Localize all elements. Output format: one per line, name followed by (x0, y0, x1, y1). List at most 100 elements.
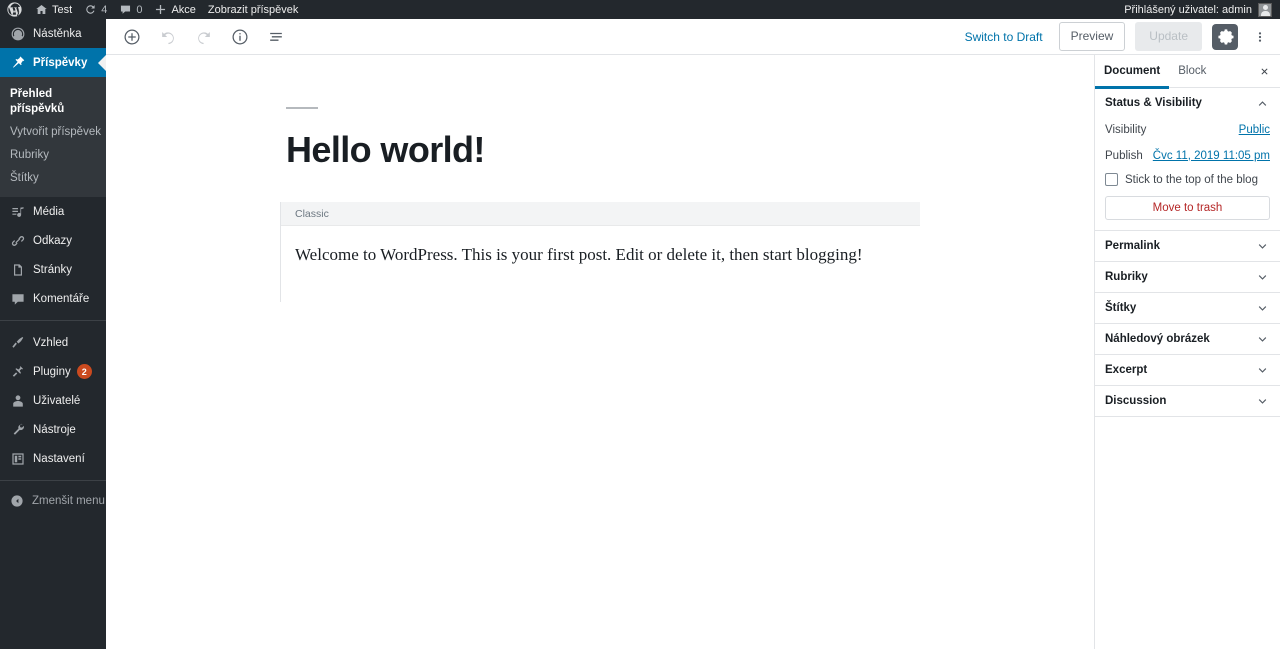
sidebar-item-plugins[interactable]: Pluginy 2 (0, 357, 106, 386)
sidebar-item-label: Média (33, 206, 64, 218)
chevron-up-icon (1255, 96, 1270, 111)
media-icon (10, 204, 26, 220)
panel-tags-header[interactable]: Štítky (1095, 293, 1280, 323)
panel-categories-header[interactable]: Rubriky (1095, 262, 1280, 292)
sidebar-item-appearance[interactable]: Vzhled (0, 328, 106, 357)
panel-title: Náhledový obrázek (1105, 333, 1210, 345)
tab-document[interactable]: Document (1095, 55, 1169, 88)
classic-block[interactable]: Classic Welcome to WordPress. This is yo… (280, 202, 920, 302)
sidebar-item-label: Uživatelé (33, 395, 80, 407)
preview-button[interactable]: Preview (1059, 22, 1126, 51)
sidebar-item-label: Příspěvky (33, 57, 87, 69)
page-icon (10, 262, 26, 278)
panel-title: Štítky (1105, 302, 1136, 314)
post-title-field[interactable]: Hello world! (286, 129, 920, 170)
panel-excerpt-header[interactable]: Excerpt (1095, 355, 1280, 385)
panel-featured-image-header[interactable]: Náhledový obrázek (1095, 324, 1280, 354)
visibility-value-button[interactable]: Public (1239, 124, 1270, 136)
sidebar-item-pages[interactable]: Stránky (0, 255, 106, 284)
publish-label: Publish (1105, 150, 1143, 162)
plugins-update-count: 2 (77, 364, 92, 379)
comments-icon (10, 291, 26, 307)
pin-icon (10, 55, 26, 71)
my-account-menu[interactable]: Přihlášený uživatel: admin (1118, 0, 1276, 19)
collapse-menu-button[interactable]: Zmenšit menu (0, 488, 106, 514)
redo-button[interactable] (186, 20, 222, 54)
new-content-label: Akce (171, 4, 195, 16)
update-button[interactable]: Update (1135, 22, 1202, 51)
sidebar-item-tools[interactable]: Nástroje (0, 415, 106, 444)
sidebar-item-label: Nástěnka (33, 28, 82, 40)
sidebar-item-label: Pluginy (33, 366, 71, 378)
more-menu-button[interactable] (1248, 22, 1272, 52)
comments-menu[interactable]: 0 (113, 0, 148, 19)
submenu-item-categories[interactable]: Rubriky (0, 144, 106, 167)
site-name-menu[interactable]: Test (29, 0, 78, 19)
block-navigation-button[interactable] (258, 20, 294, 54)
sticky-checkbox[interactable] (1105, 173, 1118, 186)
chevron-down-icon (1255, 301, 1270, 316)
panel-categories: Rubriky (1095, 262, 1280, 293)
chevron-down-icon (1255, 239, 1270, 254)
classic-block-content[interactable]: Welcome to WordPress. This is your first… (281, 226, 920, 302)
chevron-down-icon (1255, 270, 1270, 285)
menu-divider (0, 320, 106, 321)
switch-to-draft-button[interactable]: Switch to Draft (959, 26, 1049, 48)
comment-icon (119, 3, 132, 16)
submenu-item-add-new[interactable]: Vytvořit příspěvek (0, 121, 106, 144)
updates-icon (84, 3, 97, 16)
publish-date-button[interactable]: Čvc 11, 2019 11:05 pm (1153, 150, 1270, 162)
dashboard-icon (10, 26, 26, 42)
panel-status-visibility-header[interactable]: Status & Visibility (1095, 88, 1280, 118)
sidebar-item-links[interactable]: Odkazy (0, 226, 106, 255)
gear-icon (1217, 28, 1234, 45)
submenu-item-tags[interactable]: Štítky (0, 167, 106, 190)
settings-icon (10, 451, 26, 467)
editor-actions: Switch to Draft Preview Update (959, 22, 1272, 52)
sidebar-item-posts[interactable]: Příspěvky (0, 48, 106, 77)
sidebar-item-dashboard[interactable]: Nástěnka (0, 19, 106, 48)
sidebar-item-comments[interactable]: Komentáře (0, 284, 106, 313)
settings-toggle-button[interactable] (1212, 24, 1238, 50)
redo-icon (194, 27, 214, 47)
tools-icon (10, 422, 26, 438)
sticky-label[interactable]: Stick to the top of the blog (1125, 174, 1258, 186)
editor-canvas[interactable]: Hello world! Classic Welcome to WordPres… (106, 55, 1094, 649)
sidebar-item-media[interactable]: Média (0, 197, 106, 226)
info-icon (230, 27, 250, 47)
home-icon (35, 3, 48, 16)
close-settings-button[interactable] (1252, 59, 1276, 83)
view-post-label: Zobrazit příspěvek (208, 4, 298, 16)
visibility-label: Visibility (1105, 124, 1146, 136)
panel-discussion: Discussion (1095, 386, 1280, 417)
submenu-item-all-posts[interactable]: Přehled příspěvků (0, 83, 106, 121)
view-post-link[interactable]: Zobrazit příspěvek (202, 0, 304, 19)
undo-button[interactable] (150, 20, 186, 54)
posts-submenu: Přehled příspěvků Vytvořit příspěvek Rub… (0, 77, 106, 197)
sidebar-item-users[interactable]: Uživatelé (0, 386, 106, 415)
updates-menu[interactable]: 4 (78, 0, 113, 19)
undo-icon (158, 27, 178, 47)
new-content-menu[interactable]: Akce (148, 0, 201, 19)
panel-permalink-header[interactable]: Permalink (1095, 231, 1280, 261)
appearance-icon (10, 335, 26, 351)
content-info-button[interactable] (222, 20, 258, 54)
settings-sidebar: Document Block Status & Visibility Visib… (1094, 55, 1280, 649)
collapse-arrow-icon (10, 494, 24, 508)
sidebar-item-settings[interactable]: Nastavení (0, 444, 106, 473)
panel-discussion-header[interactable]: Discussion (1095, 386, 1280, 416)
sidebar-item-label: Nástroje (33, 424, 76, 436)
wordpress-logo-menu[interactable] (0, 0, 29, 19)
admin-sidebar-menu: Nástěnka Příspěvky Přehled příspěvků Vyt… (0, 19, 106, 649)
classic-block-header: Classic (281, 202, 920, 226)
settings-tabs: Document Block (1095, 55, 1280, 88)
editor-toolbar: Switch to Draft Preview Update (106, 19, 1280, 55)
tab-block[interactable]: Block (1169, 55, 1215, 88)
move-to-trash-button[interactable]: Move to trash (1105, 196, 1270, 220)
block-editor: Switch to Draft Preview Update Hello wor… (106, 19, 1280, 649)
add-block-button[interactable] (114, 20, 150, 54)
panel-title: Permalink (1105, 240, 1160, 252)
visibility-row: Visibility Public (1105, 118, 1270, 141)
chevron-down-icon (1255, 332, 1270, 347)
panel-featured-image: Náhledový obrázek (1095, 324, 1280, 355)
